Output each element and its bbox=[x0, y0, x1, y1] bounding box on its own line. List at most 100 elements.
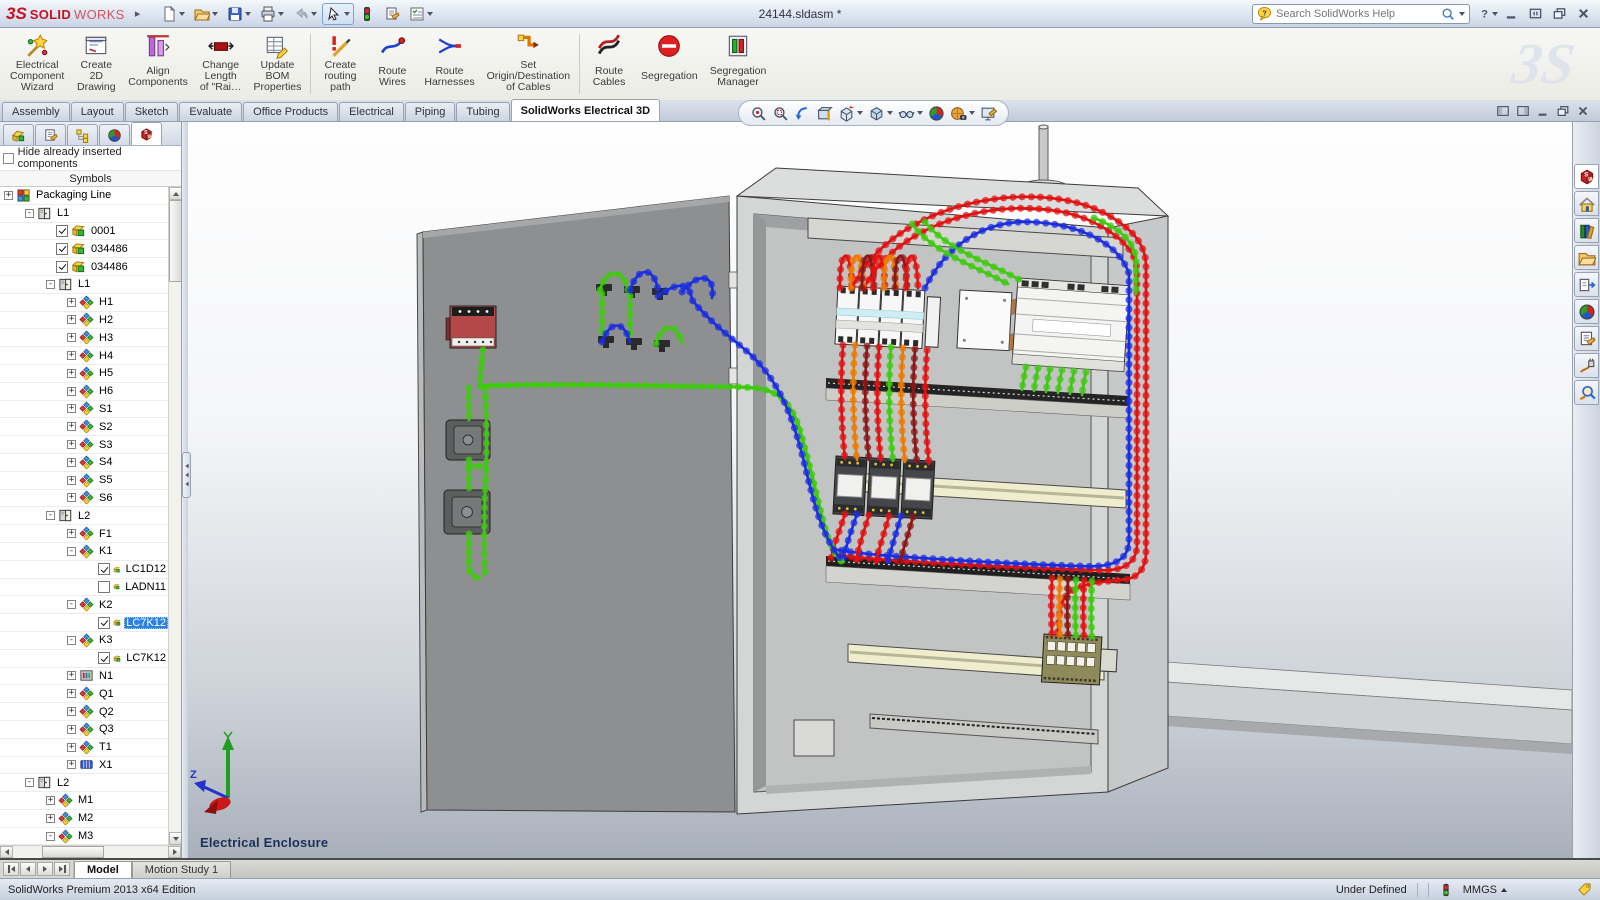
3d-scene[interactable]: Z bbox=[188, 122, 1572, 858]
create-routing-path-button[interactable]: Createroutingpath bbox=[314, 30, 366, 98]
tree-checkbox[interactable] bbox=[98, 581, 110, 593]
route-harnesses-button[interactable]: RouteHarnesses bbox=[418, 30, 480, 98]
doc-tab-model[interactable]: Model bbox=[74, 861, 132, 878]
tree-row[interactable]: +H2 bbox=[0, 312, 168, 330]
tree-row[interactable]: +N1 bbox=[0, 668, 168, 686]
tree-row[interactable]: LADN11 bbox=[0, 579, 168, 597]
door-relay[interactable] bbox=[446, 306, 496, 348]
close-window-button[interactable] bbox=[1572, 5, 1594, 23]
select-cursor-button[interactable] bbox=[322, 3, 354, 25]
tab-solidworks-electrical[interactable] bbox=[131, 122, 162, 145]
tree-expander-icon[interactable]: - bbox=[67, 547, 76, 556]
tree-expander-icon[interactable]: + bbox=[67, 422, 76, 431]
tree-checkbox[interactable] bbox=[98, 652, 110, 664]
vertical-scroll-thumb[interactable] bbox=[169, 200, 181, 282]
save-caret-icon[interactable] bbox=[245, 12, 251, 16]
tree-expander-icon[interactable]: - bbox=[67, 636, 76, 645]
tree-row[interactable]: -L2 bbox=[0, 774, 168, 792]
display-style-button[interactable] bbox=[867, 104, 894, 123]
tree-row[interactable]: -L2 bbox=[0, 507, 168, 525]
tree-row[interactable]: +S1 bbox=[0, 401, 168, 419]
tree-row[interactable]: LC1D12 bbox=[0, 561, 168, 579]
tree-expander-icon[interactable]: + bbox=[67, 369, 76, 378]
tree-expander-icon[interactable]: + bbox=[67, 458, 76, 467]
tree-row[interactable]: +S2 bbox=[0, 418, 168, 436]
save-button[interactable] bbox=[223, 3, 255, 25]
apply-scene-button[interactable] bbox=[927, 104, 946, 123]
scroll-up-button[interactable] bbox=[169, 187, 181, 200]
tab-configurations[interactable] bbox=[67, 124, 98, 145]
tree-row[interactable]: +Packaging Line bbox=[0, 187, 168, 205]
tree-row[interactable]: +H5 bbox=[0, 365, 168, 383]
graphics-viewport[interactable]: Z Electrical Enclosure bbox=[188, 122, 1572, 858]
tree-row[interactable]: 034486 bbox=[0, 240, 168, 258]
tree-expander-icon[interactable]: + bbox=[67, 760, 76, 769]
view-settings-caret-icon[interactable] bbox=[969, 111, 975, 115]
tab-electrical[interactable]: Electrical bbox=[339, 102, 404, 121]
menu-expand-arrow[interactable]: ▸ bbox=[133, 6, 143, 22]
doc-pane-left-button[interactable] bbox=[1496, 104, 1510, 118]
scroll-down-button[interactable] bbox=[169, 832, 181, 845]
tree-row[interactable]: +S6 bbox=[0, 490, 168, 508]
tree-row[interactable]: +Q1 bbox=[0, 685, 168, 703]
search-options-caret[interactable] bbox=[1459, 12, 1465, 16]
new-document-button[interactable] bbox=[157, 3, 189, 25]
tree-expander-icon[interactable]: + bbox=[67, 707, 76, 716]
design-library-button[interactable] bbox=[1574, 218, 1599, 243]
tree-expander-icon[interactable]: + bbox=[67, 743, 76, 752]
tree-expander-icon[interactable]: - bbox=[46, 832, 55, 841]
search-input[interactable] bbox=[1276, 8, 1437, 20]
tree-row[interactable]: -L1 bbox=[0, 205, 168, 223]
tree-expander-icon[interactable]: + bbox=[67, 315, 76, 324]
tab-tubing[interactable]: Tubing bbox=[456, 102, 509, 121]
tree-expander-icon[interactable]: + bbox=[67, 440, 76, 449]
prev-tab-button[interactable] bbox=[20, 862, 36, 876]
previous-view-button[interactable] bbox=[793, 104, 812, 123]
undo-caret-icon[interactable] bbox=[311, 12, 317, 16]
tree-checkbox[interactable] bbox=[98, 617, 110, 629]
view-orientation-caret-icon[interactable] bbox=[857, 111, 863, 115]
rebuild-status-icon[interactable] bbox=[1439, 883, 1453, 897]
open-button[interactable] bbox=[190, 3, 222, 25]
tree-row[interactable]: +H6 bbox=[0, 383, 168, 401]
file-properties-button[interactable] bbox=[380, 3, 404, 25]
route-analysis-button[interactable] bbox=[1574, 380, 1599, 405]
view-orientation-button[interactable] bbox=[837, 104, 864, 123]
tree-checkbox[interactable] bbox=[98, 563, 110, 575]
tree-row[interactable]: +S4 bbox=[0, 454, 168, 472]
tree-row[interactable]: +H3 bbox=[0, 329, 168, 347]
doc-pane-right-button[interactable] bbox=[1516, 104, 1530, 118]
tree-row[interactable]: +H4 bbox=[0, 347, 168, 365]
tree-expander-icon[interactable]: + bbox=[67, 404, 76, 413]
update-bom-properties-button[interactable]: UpdateBOMProperties bbox=[248, 30, 308, 98]
tree-horizontal-scrollbar[interactable] bbox=[0, 845, 181, 858]
options-button[interactable] bbox=[405, 3, 437, 25]
tree-row[interactable]: +M2 bbox=[0, 810, 168, 828]
select-cursor-caret-icon[interactable] bbox=[344, 12, 350, 16]
tree-expander-icon[interactable]: + bbox=[67, 529, 76, 538]
cascade-windows-button[interactable] bbox=[1548, 5, 1570, 23]
restore-window-button[interactable] bbox=[1524, 5, 1546, 23]
last-tab-button[interactable] bbox=[54, 862, 70, 876]
scroll-left-button[interactable] bbox=[0, 846, 13, 858]
first-tab-button[interactable] bbox=[3, 862, 19, 876]
tree-row[interactable]: +Q2 bbox=[0, 703, 168, 721]
panel-collapse-handle[interactable] bbox=[182, 452, 191, 498]
tree-row[interactable]: +T1 bbox=[0, 739, 168, 757]
units-selector[interactable]: MMGS bbox=[1463, 884, 1507, 896]
tab-office-products[interactable]: Office Products bbox=[243, 102, 338, 121]
tree-row[interactable]: -L1 bbox=[0, 276, 168, 294]
tree-expander-icon[interactable]: + bbox=[4, 191, 13, 200]
options-caret-icon[interactable] bbox=[427, 12, 433, 16]
tree-row[interactable]: LC7K12 bbox=[0, 614, 168, 632]
horizontal-scroll-thumb[interactable] bbox=[42, 846, 104, 858]
tree-expander-icon[interactable]: + bbox=[67, 387, 76, 396]
hide-show-items-caret-icon[interactable] bbox=[917, 111, 923, 115]
tab-evaluate[interactable]: Evaluate bbox=[179, 102, 242, 121]
doc-minimize-document-button[interactable] bbox=[1536, 104, 1550, 118]
edit-appearance-button[interactable] bbox=[979, 104, 998, 123]
solidworks-electrical-pane-button[interactable] bbox=[1574, 164, 1599, 189]
tab-solidworks-electrical-3d[interactable]: SolidWorks Electrical 3D bbox=[511, 99, 660, 121]
create-2d-drawing-button[interactable]: Create2DDrawing bbox=[70, 30, 122, 98]
tab-piping[interactable]: Piping bbox=[405, 102, 456, 121]
